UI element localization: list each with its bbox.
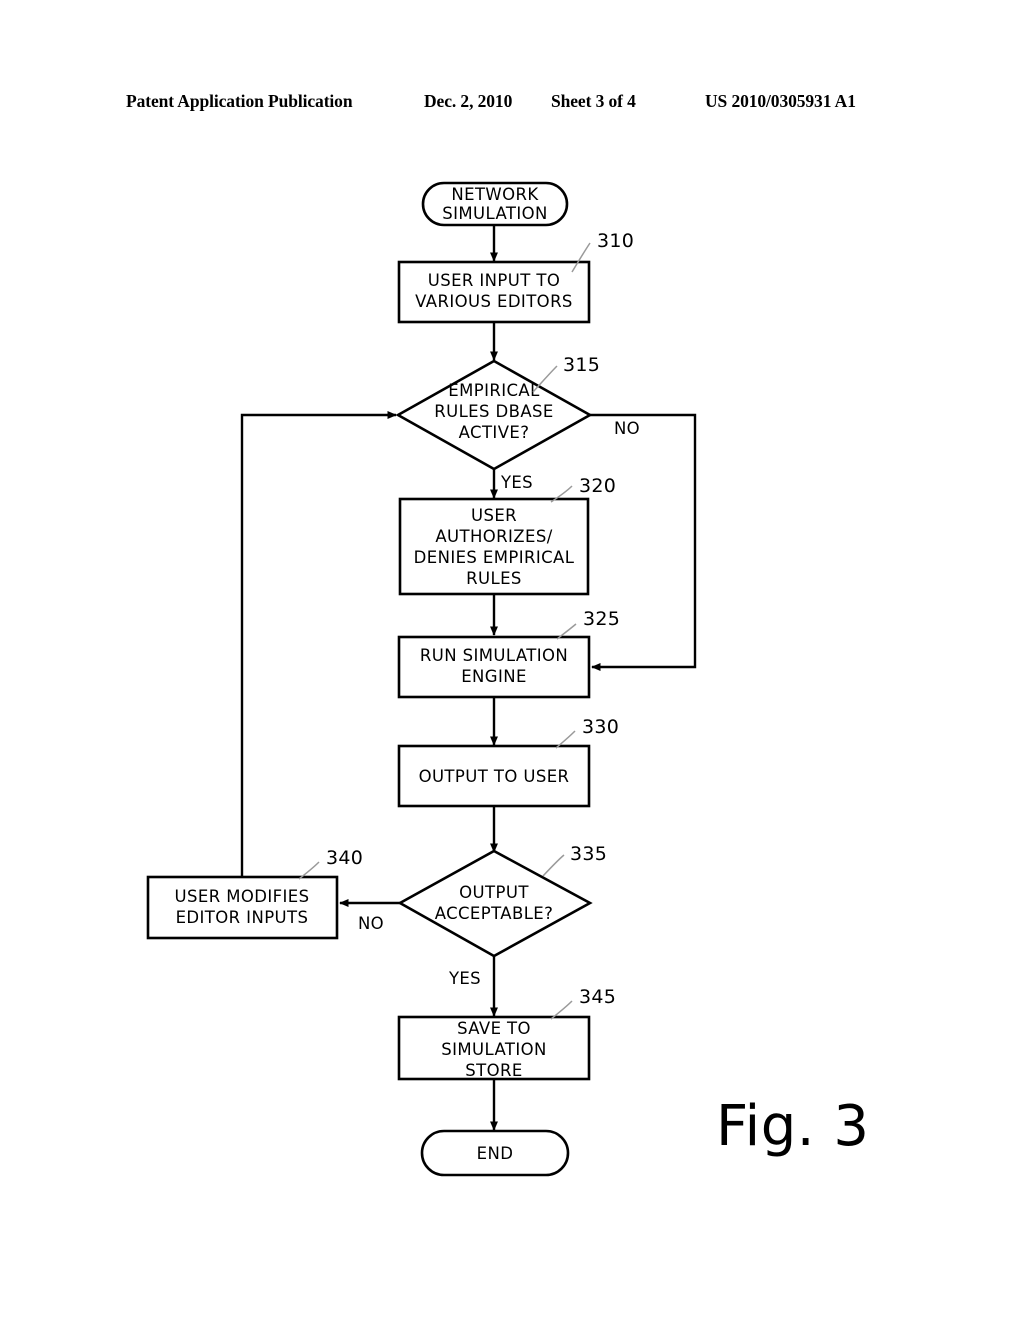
box-325-label-line2: ENGINE [461,667,527,686]
figure-label: Fig. 3 [716,1094,870,1159]
box-345-label-line2: SIMULATION [441,1040,547,1059]
branch-label-315-yes: YES [500,473,533,492]
flowchart-diagram: NETWORK SIMULATION USER INPUT TO VARIOUS… [146,181,697,1177]
diamond-315-label-line3: ACTIVE? [459,423,530,442]
connector-340-to-315-feedback [240,411,397,877]
box-320-label-line4: RULES [466,569,522,588]
box-310-label-line2: VARIOUS EDITORS [415,292,573,311]
box-345-label-line1: SAVE TO [457,1019,531,1038]
node-310-user-input: USER INPUT TO VARIOUS EDITORS 310 [397,230,634,324]
node-320-authorize-rules: USER AUTHORIZES/ DENIES EMPIRICAL RULES … [398,475,616,596]
ref-325: 325 [583,608,620,630]
ref-345: 345 [579,986,616,1008]
ref-340: 340 [326,847,363,869]
diamond-335-label-line2: ACCEPTABLE? [435,904,554,923]
branch-label-335-no: NO [358,914,384,933]
node-335-decision: OUTPUT ACCEPTABLE? 335 NO YES [358,843,607,988]
start-label-line1: NETWORK [451,185,539,204]
start-label-line2: SIMULATION [442,204,548,223]
node-end: END [420,1129,570,1177]
box-330-label-line1: OUTPUT TO USER [419,767,570,786]
ref-320: 320 [579,475,616,497]
box-345-label-line3: STORE [465,1061,522,1080]
ref-335: 335 [570,843,607,865]
branch-label-335-yes: YES [448,969,481,988]
node-325-run-simulation: RUN SIMULATION ENGINE 325 [397,608,620,699]
diamond-315-label-line2: RULES DBASE [434,402,554,421]
leader-315 [532,365,558,393]
box-320-label-line3: DENIES EMPIRICAL [414,548,575,567]
box-325-label-line1: RUN SIMULATION [420,646,568,665]
box-320-label-line1: USER [471,506,517,525]
diamond-335-label-line1: OUTPUT [459,883,529,902]
branch-label-315-no: NO [614,419,640,438]
node-315-decision: EMPIRICAL RULES DBASE ACTIVE? 315 NO YES [395,354,640,492]
end-label: END [477,1144,514,1163]
box-340-label-line1: USER MODIFIES [175,887,310,906]
node-345-save-to-store: SAVE TO SIMULATION STORE 345 [397,986,616,1081]
box-310-label-line1: USER INPUT TO [428,271,561,290]
box-320-label-line2: AUTHORIZES/ [435,527,552,546]
node-start: NETWORK SIMULATION [421,181,569,227]
ref-315: 315 [563,354,600,376]
ref-310: 310 [597,230,634,252]
diamond-315-label-line1: EMPIRICAL [448,381,540,400]
patent-drawing-page: Patent Application Publication Dec. 2, 2… [0,0,1024,1320]
node-330-output-to-user: OUTPUT TO USER 330 [397,716,619,808]
ref-330: 330 [582,716,619,738]
box-340-label-line2: EDITOR INPUTS [176,908,309,927]
node-340-user-modifies: USER MODIFIES EDITOR INPUTS 340 [146,847,363,940]
leader-335 [542,854,565,877]
